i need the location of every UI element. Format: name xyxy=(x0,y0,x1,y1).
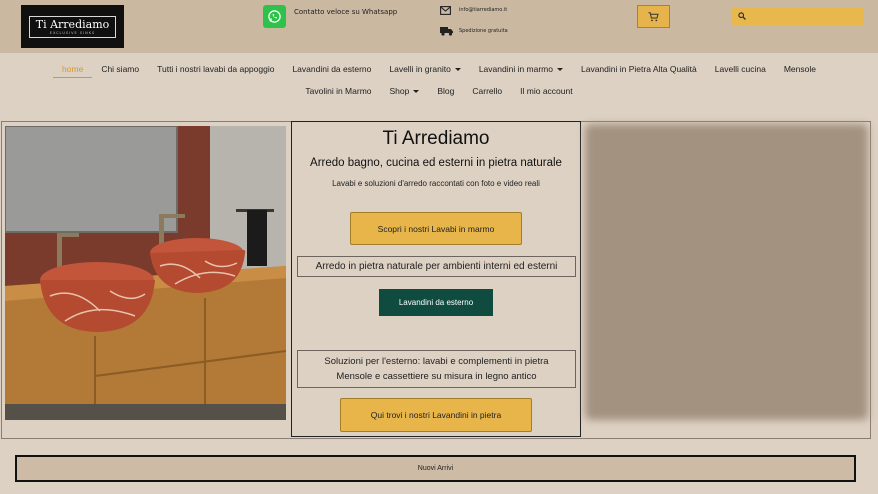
nav-lavandini-esterno[interactable]: Lavandini da esterno xyxy=(283,62,380,78)
mail-icon xyxy=(440,6,451,15)
search-icon xyxy=(738,12,746,20)
search-input[interactable] xyxy=(750,9,860,23)
chevron-down-icon xyxy=(454,68,461,72)
marble-sinks-illustration xyxy=(5,126,286,420)
search-box[interactable] xyxy=(732,7,864,25)
new-arrivals-label: Nuovi Arrivi xyxy=(417,465,454,472)
nav-shop[interactable]: Shop xyxy=(381,84,429,100)
arredo-info-box: Arredo in pietra naturale per ambienti i… xyxy=(297,256,576,277)
cart-button[interactable] xyxy=(637,5,670,28)
hero-center-panel: Ti Arrediamo Arredo bagno, cucina ed est… xyxy=(291,121,581,437)
hero-subtitle: Arredo bagno, cucina ed esterni in pietr… xyxy=(310,157,562,169)
main-nav-row-2: Tavolini in Marmo Shop Blog Carrello Il … xyxy=(0,84,878,100)
nav-home[interactable]: home xyxy=(53,62,93,78)
hero-description: Lavabi e soluzioni d'arredo raccontati c… xyxy=(332,179,540,188)
solutions-line-1: Soluzioni per l'esterno: lavabi e comple… xyxy=(324,356,549,367)
nav-lavelli-granito[interactable]: Lavelli in granito xyxy=(380,62,469,78)
chevron-down-icon xyxy=(557,68,563,72)
cart-icon xyxy=(648,11,659,21)
stone-sinks-button[interactable]: Qui trovi i nostri Lavandini in pietra xyxy=(340,398,532,432)
top-header: Ti Arrediamo EXCLUSIVE SINKS Contatto ve… xyxy=(0,0,878,53)
nav-blog[interactable]: Blog xyxy=(428,84,463,100)
whatsapp-button[interactable] xyxy=(263,5,286,28)
chevron-down-icon xyxy=(413,90,420,94)
hero-photo xyxy=(5,126,286,420)
nav-lavelli-granito-label: Lavelli in granito xyxy=(389,64,451,74)
solutions-info-box: Soluzioni per l'esterno: lavabi e comple… xyxy=(297,350,576,388)
hero-title: Ti Arrediamo xyxy=(382,128,490,149)
new-arrivals-bar: Nuovi Arrivi xyxy=(15,455,856,482)
blurred-media-placeholder xyxy=(585,124,868,420)
nav-pietra-alta-qualita[interactable]: Lavandini in Pietra Alta Qualità xyxy=(572,62,706,78)
shipping-text: Spedizione gratuita xyxy=(459,28,508,34)
email-link[interactable]: info@tiarrediamo.it xyxy=(459,7,507,13)
nav-shop-label: Shop xyxy=(389,86,410,96)
nav-lavandini-marmo-label: Lavandini in marmo xyxy=(478,64,553,74)
logo-frame: Ti Arrediamo EXCLUSIVE SINKS xyxy=(28,15,117,38)
discover-marble-sinks-button[interactable]: Scopri i nostri Lavabi in marmo xyxy=(350,212,522,245)
main-nav-row-1: home Chi siamo Tutti i nostri lavabi da … xyxy=(0,62,878,78)
truck-icon xyxy=(440,27,453,36)
nav-tavolini-marmo[interactable]: Tavolini in Marmo xyxy=(296,84,380,100)
nav-account[interactable]: Il mio account xyxy=(511,84,581,100)
nav-lavandini-marmo[interactable]: Lavandini in marmo xyxy=(470,62,572,78)
whatsapp-text[interactable]: Contatto veloce su Whatsapp xyxy=(294,8,397,16)
nav-lavabi-appoggio[interactable]: Tutti i nostri lavabi da appoggio xyxy=(148,62,283,78)
logo-title: Ti Arrediamo xyxy=(35,17,110,31)
site-logo[interactable]: Ti Arrediamo EXCLUSIVE SINKS xyxy=(21,5,124,48)
nav-lavelli-cucina[interactable]: Lavelli cucina xyxy=(706,62,775,78)
nav-mensole[interactable]: Mensole xyxy=(775,62,825,78)
logo-subtitle: EXCLUSIVE SINKS xyxy=(49,30,96,35)
whatsapp-icon xyxy=(268,10,281,23)
solutions-line-2: Mensole e cassettiere su misura in legno… xyxy=(336,371,537,382)
outdoor-sinks-button[interactable]: Lavandini da esterno xyxy=(379,289,493,316)
nav-carrello[interactable]: Carrello xyxy=(463,84,511,100)
nav-chi-siamo[interactable]: Chi siamo xyxy=(92,62,148,78)
